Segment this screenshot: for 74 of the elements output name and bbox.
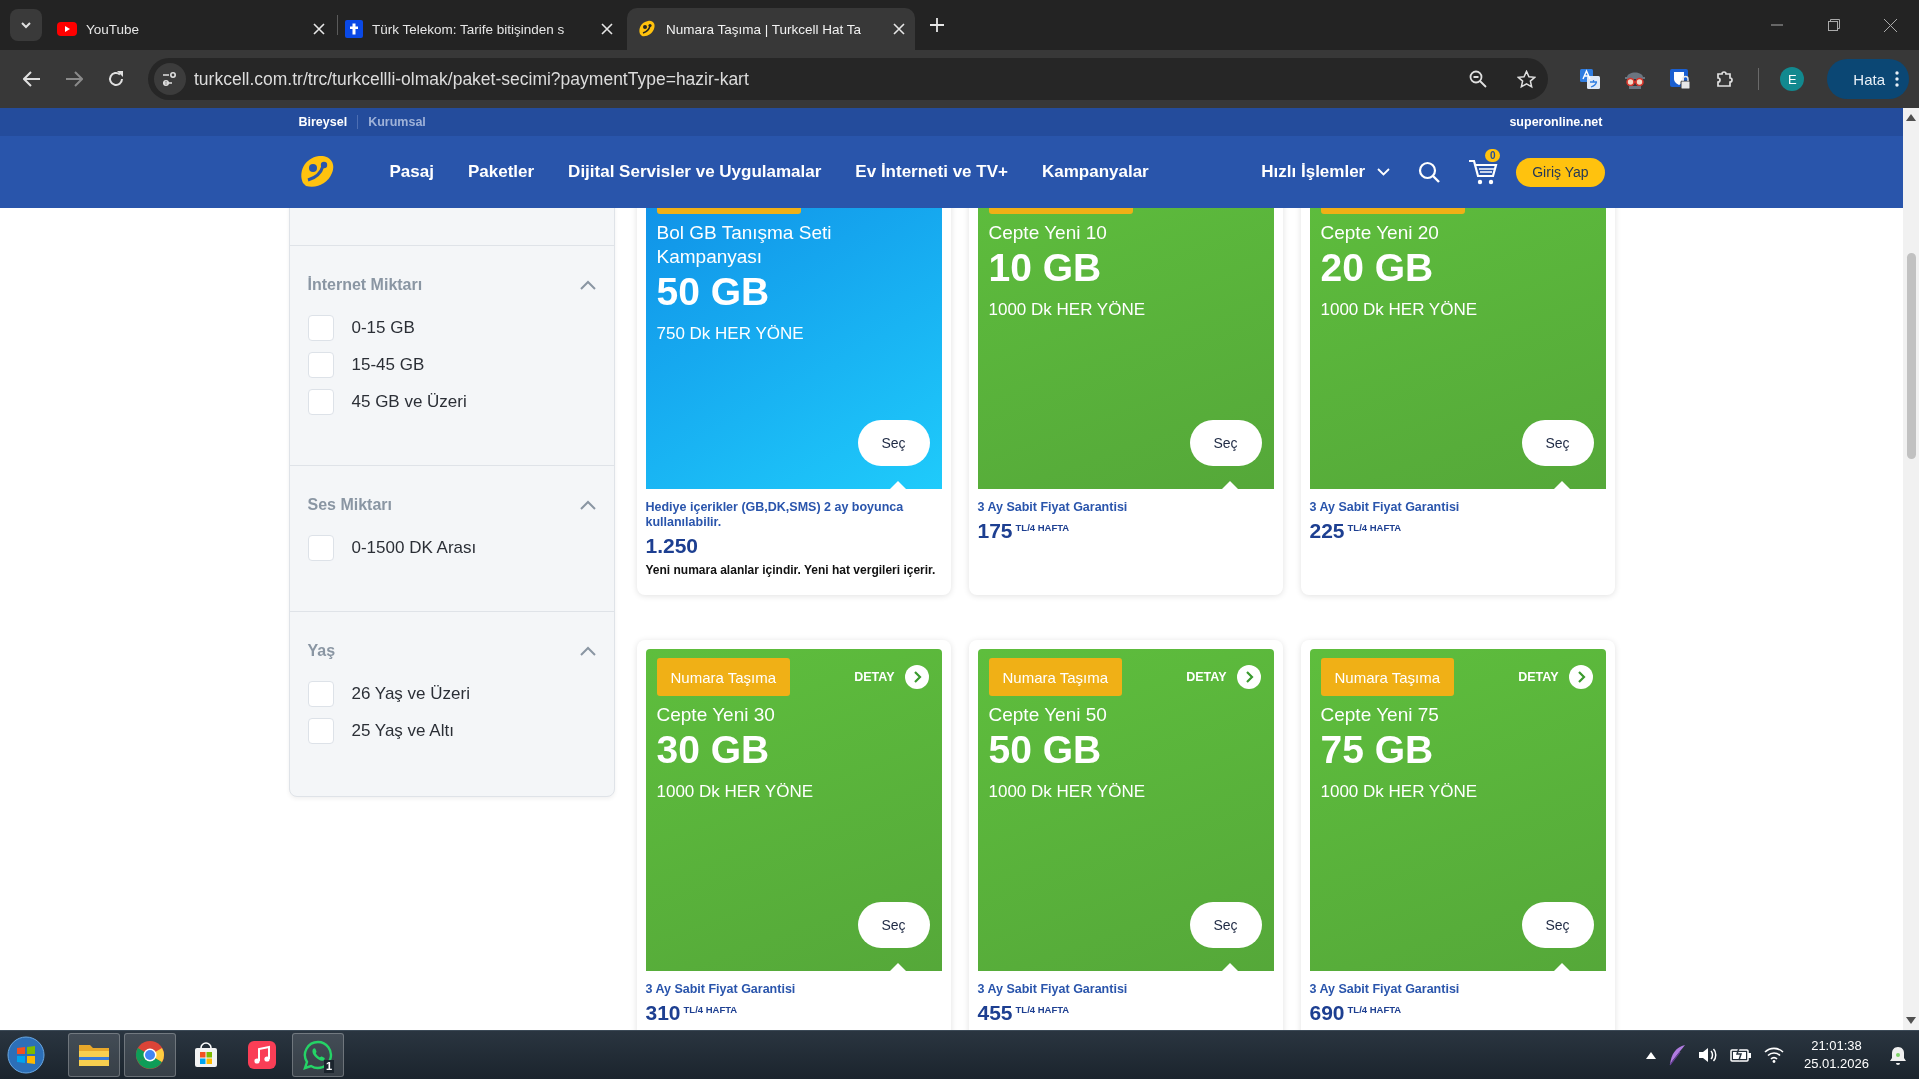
package-name: Bol GB Tanışma Seti Kampanyası (656, 221, 833, 269)
package-note: Hediye içerikler (GB,DK,SMS) 2 ay boyunca kullanılabilir. (645, 500, 905, 530)
nav-link[interactable]: Dijital Servisler ve Uygulamalar (568, 162, 822, 182)
price: 225 (1309, 519, 1345, 543)
price: 175 (977, 519, 1013, 543)
filter-title: Yaş (307, 642, 336, 660)
minutes-text: 1000 Dk HER YÖNE (1320, 782, 1479, 802)
select-button[interactable]: Seç (857, 420, 930, 466)
price: 310 (645, 1001, 681, 1025)
partner-link[interactable]: superonline.net (1509, 115, 1603, 129)
select-button[interactable]: Seç (1521, 902, 1594, 948)
price: 455 (977, 1001, 1013, 1025)
tag-badge: Numara Taşıma (656, 658, 791, 696)
package-note: 3 Ay Sabit Fiyat Garantisi (1309, 500, 1461, 515)
price-unit: TL/4 HAFTA (683, 1004, 738, 1015)
browser-tab[interactable]: Numara Taşıma | Turkcell Hat Ta (627, 8, 915, 50)
price-unit: TL/4 HAFTA (1347, 522, 1402, 533)
package-name: Cepte Yeni 20 (1320, 221, 1440, 245)
data-amount: 50 GB (656, 270, 771, 314)
package-note: 3 Ay Sabit Fiyat Garantisi (977, 982, 1129, 997)
tag-badge: Numara Taşıma (1320, 658, 1455, 696)
nav-link[interactable]: Pasaj (389, 162, 434, 182)
browser-tab[interactable]: Türk Telekom: Tarife bitişinden s (335, 8, 623, 50)
select-button[interactable]: Seç (1189, 420, 1262, 466)
price-unit: TL/4 HAFTA (1015, 1004, 1070, 1015)
package-note: 3 Ay Sabit Fiyat Garantisi (977, 500, 1129, 515)
package-note: Yeni numara alanlar içindir. Yeni hat vergileri içerir. (645, 562, 937, 578)
price: 690 (1309, 1001, 1345, 1025)
package-note: 3 Ay Sabit Fiyat Garantisi (1309, 982, 1461, 997)
price-unit: TL/4 HAFTA (1015, 522, 1070, 533)
nav-link[interactable]: Paketler (467, 162, 535, 182)
checkbox-label: 25 Yaş ve Altı (351, 720, 454, 741)
checkbox-label: 45 GB ve Üzeri (351, 391, 467, 412)
checkbox-label: 0-1500 DK Arası (351, 537, 477, 558)
segment-link[interactable]: Kurumsal (357, 115, 436, 129)
cart-count-badge: 0 (1485, 149, 1501, 162)
checkbox-label: 26 Yaş ve Üzeri (351, 683, 470, 704)
browser-tab[interactable]: YouTube (47, 8, 335, 50)
package-name: Cepte Yeni 75 (1320, 703, 1440, 727)
unread-count: 1 (323, 1060, 334, 1073)
price: 1.250 (645, 534, 699, 558)
select-button[interactable]: Seç (1521, 420, 1594, 466)
checkbox-label: 0-15 GB (351, 317, 415, 338)
clock[interactable]: 21:01:38 25.01.2026 (1803, 1037, 1869, 1073)
minutes-text: 1000 Dk HER YÖNE (988, 782, 1147, 802)
package-name: Cepte Yeni 50 (988, 703, 1108, 727)
data-amount: 75 GB (1320, 728, 1435, 772)
package-note: 3 Ay Sabit Fiyat Garantisi (645, 982, 797, 997)
data-amount: 50 GB (988, 728, 1103, 772)
tag-badge: Numara Taşıma (988, 658, 1123, 696)
select-button[interactable]: Seç (857, 902, 930, 948)
quick-actions-menu[interactable]: Hızlı İşlemler (1261, 162, 1391, 182)
select-button[interactable]: Seç (1189, 902, 1262, 948)
filter-title: Ses Miktarı (307, 496, 392, 514)
minutes-text: 750 Dk HER YÖNE (656, 324, 805, 344)
taskbar-app[interactable]: 1 (292, 1033, 344, 1077)
checkbox-label: 15-45 GB (351, 354, 425, 375)
data-amount: 20 GB (1320, 246, 1435, 290)
login-button[interactable]: Giriş Yap (1516, 157, 1605, 187)
nav-link[interactable]: Ev İnterneti ve TV+ (855, 162, 1008, 182)
package-name: Cepte Yeni 30 (656, 703, 776, 727)
price-unit: TL/4 HAFTA (1347, 1004, 1402, 1015)
data-amount: 10 GB (988, 246, 1103, 290)
filter-title: İnternet Miktarı (307, 276, 423, 294)
minutes-text: 1000 Dk HER YÖNE (988, 300, 1147, 320)
package-name: Cepte Yeni 10 (988, 221, 1108, 245)
minutes-text: 1000 Dk HER YÖNE (1320, 300, 1479, 320)
address-bar[interactable]: turkcell.com.tr/trc/turkcellli-olmak/paket-secimi?paymentType=hazir-kart (148, 58, 1549, 100)
error-menu-button[interactable]: Hata (1827, 59, 1909, 99)
minutes-text: 1000 Dk HER YÖNE (656, 782, 815, 802)
segment-link[interactable]: Bireysel (288, 115, 358, 129)
data-amount: 30 GB (656, 728, 771, 772)
profile-avatar[interactable]: E (1780, 67, 1805, 91)
nav-link[interactable]: Kampanyalar (1041, 162, 1149, 182)
